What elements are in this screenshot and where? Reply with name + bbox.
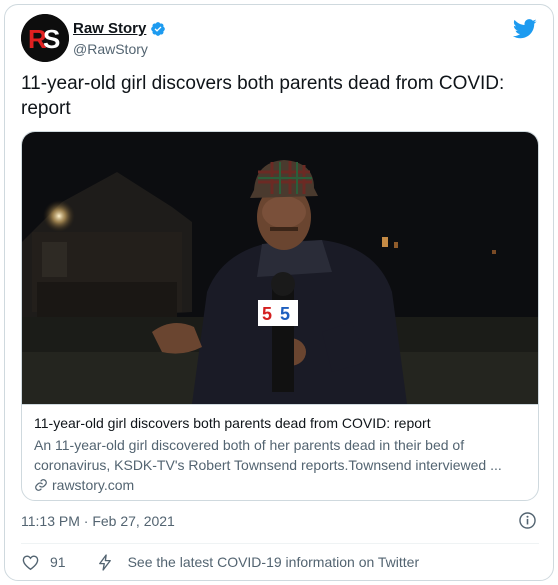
link-preview-image[interactable]: 5 5 [22, 132, 539, 404]
verified-badge-icon [151, 21, 166, 36]
author-handle[interactable]: @RawStory [73, 41, 148, 57]
avatar[interactable]: R S [21, 14, 69, 62]
svg-text:5: 5 [280, 304, 290, 324]
link-description: An 11-year-old girl discovered both of h… [34, 437, 502, 473]
svg-text:5: 5 [262, 304, 272, 324]
raw-story-logo-icon: R S [21, 14, 69, 62]
tweet-timestamp[interactable]: 11:13 PM · Feb 27, 2021 [21, 513, 175, 529]
lightning-bolt-icon [98, 553, 111, 571]
divider [21, 543, 539, 544]
link-icon [35, 479, 47, 491]
tweet-text: 11-year-old girl discovers both parents … [21, 73, 505, 119]
author-name-row: Raw Story [73, 20, 166, 37]
info-icon[interactable] [518, 511, 537, 530]
link-meta: 11-year-old girl discovers both parents … [22, 404, 538, 500]
link-title[interactable]: 11-year-old girl discovers both parents … [34, 414, 528, 433]
svg-text:S: S [43, 24, 60, 54]
covid-info-link[interactable]: See the latest COVID-19 information on T… [128, 554, 420, 570]
link-preview-card[interactable]: 5 5 11-year-old girl discovers both pare… [21, 131, 539, 501]
like-count: 91 [50, 554, 66, 570]
link-domain-row: rawstory.com [34, 477, 528, 493]
tweet-actions: 91 See the latest COVID-19 information o… [21, 551, 419, 573]
twitter-bird-icon[interactable] [513, 18, 537, 40]
tweet-card: R S Raw Story @RawStory 11-year-old girl… [4, 4, 554, 581]
heart-icon[interactable] [21, 553, 40, 572]
link-domain: rawstory.com [52, 477, 135, 493]
author-display-name[interactable]: Raw Story [73, 20, 146, 37]
